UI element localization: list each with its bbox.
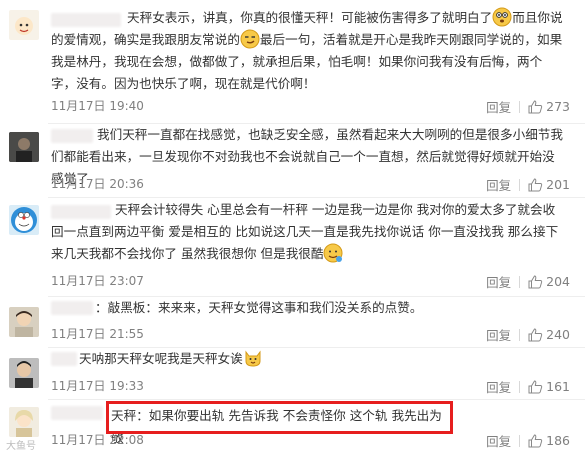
action-divider	[519, 328, 521, 341]
avatar[interactable]	[9, 307, 39, 337]
surprised-face-icon	[492, 7, 512, 27]
avatar[interactable]	[9, 205, 39, 235]
comment-actions: 回复 161	[486, 377, 570, 396]
reply-button[interactable]: 回复	[486, 175, 511, 194]
like-button[interactable]: 201	[528, 177, 570, 192]
like-button[interactable]: 240	[528, 327, 570, 342]
like-count: 204	[546, 274, 570, 289]
comment-actions: 回复 273	[486, 97, 570, 116]
comment-time: 11月17日 19:40	[51, 99, 144, 113]
cat-face-icon	[245, 350, 261, 367]
action-divider	[519, 178, 521, 191]
comment-text-part: 天呐那天秤女呢我是天秤女诶	[79, 351, 243, 366]
username-blurred[interactable]	[51, 406, 103, 420]
thumbs-up-icon	[528, 433, 543, 447]
reply-button[interactable]: 回复	[486, 272, 511, 291]
action-divider	[519, 100, 521, 113]
smirk-face-icon	[240, 29, 260, 49]
thumbs-up-icon	[528, 327, 543, 341]
comment-time: 11月17日 23:07	[51, 274, 144, 288]
comment-text-part: 天秤会计较得失 心里总会有一杆秤 一边是我一边是你 我对你的爱太多了就会收回一点…	[51, 202, 559, 261]
avatar[interactable]	[9, 10, 39, 40]
divider	[48, 399, 585, 400]
action-divider	[519, 434, 521, 447]
comment-time: 11月17日 19:33	[51, 379, 144, 393]
comment-actions: 回复 204	[486, 272, 570, 291]
comment-time: 11月17日 21:55	[51, 327, 144, 341]
comment-actions: 回复 201	[486, 175, 570, 194]
like-button[interactable]: 186	[528, 433, 570, 448]
reply-button[interactable]: 回复	[486, 431, 511, 450]
comment-actions: 回复 186	[486, 431, 570, 450]
divider	[48, 197, 585, 198]
like-count: 240	[546, 327, 570, 342]
comment-text: ：敲黑板：来来来，天秤女觉得这事和我们没关系的点赞。	[95, 300, 423, 315]
reply-button[interactable]: 回复	[486, 325, 511, 344]
avatar[interactable]	[9, 358, 39, 388]
like-button[interactable]: 273	[528, 99, 570, 114]
reply-button[interactable]: 回复	[486, 97, 511, 116]
highlight-box	[106, 401, 453, 434]
avatar[interactable]	[9, 407, 39, 437]
comment-text-part: 天秤女表示，讲真，你真的很懂天秤！可能被伤害得多了就明白了	[127, 10, 493, 25]
like-count: 273	[546, 99, 570, 114]
thumbs-up-icon	[528, 274, 543, 288]
like-button[interactable]: 161	[528, 379, 570, 394]
watermark: 大鱼号	[6, 441, 36, 452]
comment-text: 天秤会计较得失 心里总会有一杆秤 一边是我一边是你 我对你的爱太多了就会收回一点…	[51, 199, 567, 265]
action-divider	[519, 275, 521, 288]
avatar[interactable]	[9, 132, 39, 162]
comment-time: 11月17日 20:36	[51, 177, 144, 191]
thumbs-up-icon	[528, 379, 543, 393]
comment-actions: 回复 240	[486, 325, 570, 344]
cool-face-icon	[323, 243, 343, 263]
like-button[interactable]: 204	[528, 274, 570, 289]
like-count: 201	[546, 177, 570, 192]
comment-text: 天呐那天秤女呢我是天秤女诶	[51, 348, 567, 370]
thumbs-up-icon	[528, 99, 543, 113]
like-count: 186	[546, 433, 570, 448]
thumbs-up-icon	[528, 177, 543, 191]
reply-button[interactable]: 回复	[486, 377, 511, 396]
comment-text: 天秤女表示，讲真，你真的很懂天秤！可能被伤害得多了就明白了 而且你说的爱情观，确实…	[51, 7, 567, 95]
action-divider	[519, 380, 521, 393]
like-count: 161	[546, 379, 570, 394]
